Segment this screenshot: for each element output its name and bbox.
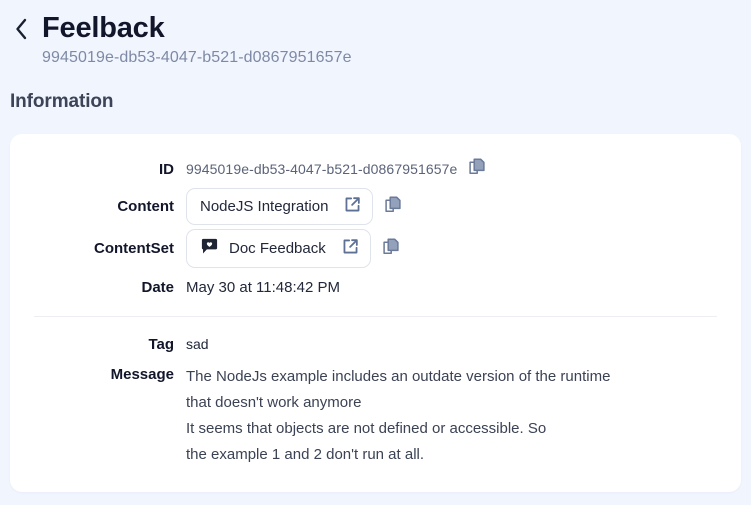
row-label-content: Content (117, 198, 174, 215)
row-content: Content NodeJS Integration (10, 186, 741, 227)
id-value: 9945019e-db53-4047-b521-d0867951657e (186, 161, 458, 177)
row-label-date: Date (141, 278, 174, 296)
feedback-detail-page: Feelback 9945019e-db53-4047-b521-d086795… (0, 0, 751, 505)
external-link-icon (342, 238, 359, 259)
title-block: Feelback 9945019e-db53-4047-b521-d086795… (42, 8, 352, 69)
page-title: Feelback (42, 12, 165, 44)
copy-contentset-button[interactable] (383, 237, 400, 260)
information-rows: ID 9945019e-db53-4047-b521-d0867951657e (10, 134, 741, 470)
row-contentset: ContentSet Doc Feedback (10, 227, 741, 270)
row-id: ID 9945019e-db53-4047-b521-d0867951657e (10, 152, 741, 186)
row-value-date: May 30 at 11:48:42 PM (186, 279, 340, 296)
copy-icon (469, 158, 486, 180)
row-label-message: Message (110, 366, 174, 383)
message-value: The NodeJs example includes an outdate v… (186, 368, 611, 463)
card-divider (34, 316, 717, 317)
copy-icon (383, 237, 400, 260)
row-label-id: ID (159, 160, 174, 178)
content-chip-label: NodeJS Integration (200, 198, 329, 215)
copy-content-button[interactable] (385, 195, 402, 218)
row-message: Message The NodeJs example includes an o… (10, 361, 741, 470)
tag-value: sad (186, 336, 209, 352)
row-label-tag: Tag (148, 335, 174, 353)
back-button[interactable] (0, 8, 42, 45)
row-value-message: The NodeJs example includes an outdate v… (186, 363, 610, 468)
row-value-content: NodeJS Integration (186, 188, 402, 225)
section-heading-information: Information (10, 91, 114, 112)
external-link-icon (344, 196, 361, 217)
row-value-id: 9945019e-db53-4047-b521-d0867951657e (186, 158, 486, 180)
content-chip[interactable]: NodeJS Integration (186, 188, 374, 225)
row-tag: Tag sad (10, 327, 741, 361)
copy-id-button[interactable] (469, 158, 486, 180)
row-label-contentset: ContentSet (94, 240, 174, 257)
information-card: ID 9945019e-db53-4047-b521-d0867951657e (10, 134, 741, 492)
page-subtitle-id: 9945019e-db53-4047-b521-d0867951657e (42, 49, 352, 66)
copy-icon (385, 195, 402, 218)
row-value-contentset: Doc Feedback (186, 229, 400, 268)
row-date: Date May 30 at 11:48:42 PM (10, 270, 741, 304)
contentset-chip-label: Doc Feedback (229, 240, 326, 257)
date-value: May 30 at 11:48:42 PM (186, 278, 340, 296)
page-header: Feelback 9945019e-db53-4047-b521-d086795… (0, 0, 751, 69)
speech-bubble-heart-icon (200, 237, 219, 260)
contentset-chip[interactable]: Doc Feedback (186, 229, 371, 268)
row-value-tag: sad (186, 336, 209, 352)
chevron-left-icon (14, 18, 28, 45)
